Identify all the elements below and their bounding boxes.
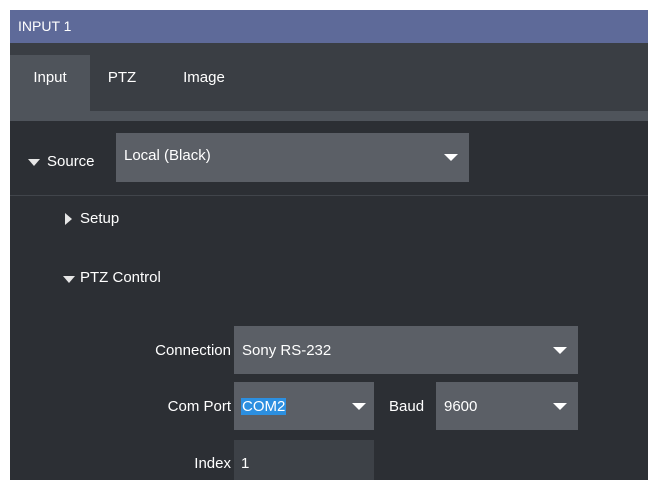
- window-titlebar: INPUT 1: [10, 10, 648, 43]
- chevron-down-icon: [553, 403, 567, 410]
- connection-label: Connection: [155, 342, 231, 359]
- baud-value: 9600: [444, 398, 478, 415]
- index-input[interactable]: 1: [234, 440, 374, 480]
- window-title: INPUT 1: [18, 18, 72, 34]
- tab-input[interactable]: Input: [10, 55, 90, 111]
- chevron-down-icon: [444, 154, 458, 161]
- baud-dropdown[interactable]: 9600: [436, 382, 578, 430]
- expand-down-icon: [28, 159, 40, 166]
- index-value: 1: [241, 455, 250, 472]
- tab-content-strip: [10, 111, 648, 121]
- connection-value: Sony RS-232: [242, 342, 332, 359]
- expand-right-icon: [65, 213, 72, 225]
- expand-down-icon: [63, 276, 75, 283]
- section-divider: [10, 195, 648, 196]
- baud-label: Baud: [389, 398, 425, 415]
- ptz-control-toggle[interactable]: PTZ Control: [62, 265, 222, 293]
- com-port-value: COM2: [241, 398, 287, 415]
- tab-image[interactable]: Image: [173, 55, 235, 111]
- tab-ptz[interactable]: PTZ: [92, 55, 152, 111]
- source-toggle[interactable]: Source: [20, 143, 116, 183]
- tab-bar: Input PTZ Image: [10, 43, 648, 111]
- com-port-label: Com Port: [167, 398, 231, 415]
- index-label: Index: [194, 455, 231, 472]
- tab-input-label: Input: [33, 69, 67, 86]
- source-label: Source: [47, 153, 95, 170]
- ptz-control-label: PTZ Control: [80, 269, 161, 286]
- input-config-window: INPUT 1 Input PTZ Image Source Local (Bl…: [10, 10, 648, 480]
- tab-ptz-label: PTZ: [107, 69, 137, 86]
- chevron-down-icon: [553, 347, 567, 354]
- source-value: Local (Black): [124, 147, 211, 164]
- setup-label: Setup: [80, 210, 120, 227]
- setup-toggle[interactable]: Setup: [62, 206, 182, 234]
- source-dropdown[interactable]: Local (Black): [116, 133, 469, 182]
- chevron-down-icon: [352, 403, 366, 410]
- com-port-value-wrap: COM2: [241, 398, 287, 415]
- com-port-dropdown[interactable]: COM2: [234, 382, 374, 430]
- connection-dropdown[interactable]: Sony RS-232: [234, 326, 578, 374]
- tab-image-label: Image: [183, 69, 225, 86]
